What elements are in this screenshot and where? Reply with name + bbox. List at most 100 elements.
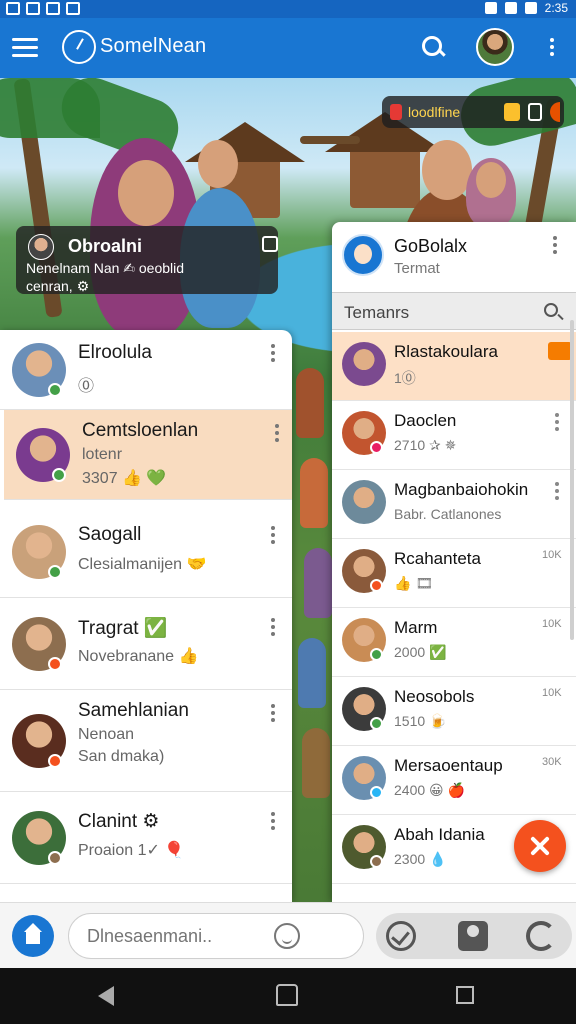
home-nav-icon[interactable]	[276, 984, 298, 1006]
coin-icon	[504, 103, 520, 121]
contact-subtitle: 2300 💧	[394, 851, 447, 867]
profile-avatar[interactable]	[476, 28, 514, 66]
message-input[interactable]	[68, 913, 364, 959]
chat-preview: ⓪	[78, 378, 95, 395]
contact-count: 10K	[542, 687, 562, 699]
status-dot-icon	[370, 441, 383, 454]
contact-subtitle: 1510 🍺	[394, 713, 447, 729]
more-options-icon[interactable]	[554, 413, 560, 431]
notification-icon	[6, 2, 20, 15]
back-icon[interactable]	[98, 986, 114, 1006]
contacts-search-label: Temanrs	[344, 303, 410, 322]
chat-preview: Clesialmanijen 🤝	[78, 556, 207, 573]
refresh-icon[interactable]	[526, 921, 556, 951]
notification-icon	[66, 2, 80, 15]
home-icon[interactable]	[12, 915, 54, 957]
featured-chat-card[interactable]: Obroalni Nenelnam Nan ✍ oeoblid cenran, …	[16, 226, 278, 294]
more-options-icon[interactable]	[270, 526, 276, 544]
chat-name: Clanint ⚙	[78, 811, 160, 832]
fire-icon	[550, 102, 560, 122]
lock-icon	[528, 103, 542, 121]
more-options-icon[interactable]	[270, 618, 276, 636]
system-nav-bar	[0, 968, 576, 1024]
action-group	[376, 913, 572, 959]
more-options-icon[interactable]	[548, 38, 556, 60]
contact-subtitle: 👍 🎞	[394, 575, 434, 591]
wifi-icon	[484, 2, 497, 14]
contact-subtitle: Babr. Catlanones	[394, 506, 502, 522]
contacts-panel-title: GoBolalx	[394, 236, 468, 256]
status-dot-icon	[48, 383, 62, 397]
chat-list: Elroolula ⓪ Cemtsloenlan lotenr 3307 👍 💚 Saog…	[0, 330, 292, 902]
avatar	[28, 234, 54, 260]
status-dot-icon	[370, 579, 383, 592]
search-icon[interactable]	[544, 303, 558, 317]
contact-name: Daoclen	[394, 411, 457, 430]
contacts-panel-header[interactable]: GoBolalx Termat	[332, 222, 576, 288]
status-dot-icon	[48, 754, 62, 768]
more-options-icon[interactable]	[552, 236, 558, 254]
battery-icon	[524, 2, 537, 14]
contact-list-item[interactable]: Rlastakoulara 1⓪	[332, 332, 576, 401]
contacts-search-bar[interactable]: Temanrs	[332, 292, 576, 330]
character-face	[476, 162, 506, 198]
contact-name: Rlastakoulara	[394, 342, 498, 361]
bridge	[300, 136, 360, 144]
chat-list-item[interactable]: Cemtsloenlan lotenr 3307 👍 💚	[4, 410, 292, 500]
more-options-icon[interactable]	[554, 482, 560, 500]
chat-name: Saogall	[78, 524, 142, 545]
search-icon[interactable]	[420, 34, 448, 62]
status-dot-icon	[370, 786, 383, 799]
contact-subtitle: 2710 ✰ ✵	[394, 437, 457, 453]
app-title: SomelNean	[100, 35, 207, 57]
contact-list-item[interactable]: Daoclen 2710 ✰ ✵	[332, 401, 576, 470]
logo-icon	[62, 30, 96, 64]
menu-icon[interactable]	[12, 38, 38, 58]
notification-icon	[46, 2, 60, 15]
more-options-icon[interactable]	[270, 344, 276, 362]
chat-list-item[interactable]: Elroolula ⓪	[0, 330, 292, 410]
notification-icon	[26, 2, 40, 15]
crowd-figure	[296, 368, 324, 438]
contact-name: Mersaoentaup	[394, 756, 503, 775]
contact-count: 30K	[542, 756, 562, 768]
signal-icon	[504, 2, 517, 14]
status-bar: 2:35	[0, 0, 576, 18]
emoji-icon[interactable]	[274, 923, 300, 949]
contact-count: 10K	[542, 549, 562, 561]
contact-subtitle: 2400 😀 🍎	[394, 782, 465, 798]
clock: 2:35	[544, 1, 568, 15]
chat-list-item[interactable]: Clanint ⚙ Proaion 1✓ 🎈	[0, 792, 292, 884]
crowd-figure	[300, 458, 328, 528]
more-options-icon[interactable]	[274, 424, 280, 442]
chat-list-item[interactable]: Saogall Clesialmanijen 🤝	[0, 506, 292, 598]
chat-list-item[interactable]: Samehlanian Nenoan San dmaka)	[0, 690, 292, 792]
check-icon[interactable]	[386, 921, 416, 951]
contact-list-item[interactable]: Magbanbaiohokin Babr. Catlanones	[332, 470, 576, 539]
chat-preview-secondary: San dmaka)	[78, 748, 165, 765]
status-dot-icon	[48, 565, 62, 579]
chat-preview-secondary: 3307 👍 💚	[82, 470, 167, 487]
scrollbar[interactable]	[570, 320, 574, 640]
contact-icon[interactable]	[458, 921, 488, 951]
avatar	[342, 342, 386, 386]
featured-chat-title: Obroalni	[68, 236, 143, 256]
chat-list-item[interactable]: Tragrat ✅ Novebranane 👍	[0, 598, 292, 690]
contact-list-item[interactable]: Neosobols 1510 🍺 10K	[332, 677, 576, 746]
contact-list-item[interactable]: Marm 2000 ✅ 10K	[332, 608, 576, 677]
more-options-icon[interactable]	[270, 812, 276, 830]
close-fab-button[interactable]	[514, 820, 566, 872]
contact-list-item[interactable]: Rcahanteta 👍 🎞 10K	[332, 539, 576, 608]
recents-icon[interactable]	[456, 986, 474, 1004]
edit-icon[interactable]	[262, 236, 278, 252]
bottom-bar	[0, 902, 576, 968]
notification-icons	[6, 2, 80, 15]
contact-subtitle: 2000 ✅	[394, 644, 447, 660]
hero-badge[interactable]: loodlfine	[382, 96, 564, 128]
contact-list-item[interactable]: Mersaoentaup 2400 😀 🍎 30K	[332, 746, 576, 815]
tag-icon	[548, 342, 572, 360]
more-options-icon[interactable]	[270, 704, 276, 722]
contact-subtitle: 1⓪	[394, 370, 416, 386]
status-dot-icon	[370, 648, 383, 661]
contact-name: Rcahanteta	[394, 549, 481, 568]
